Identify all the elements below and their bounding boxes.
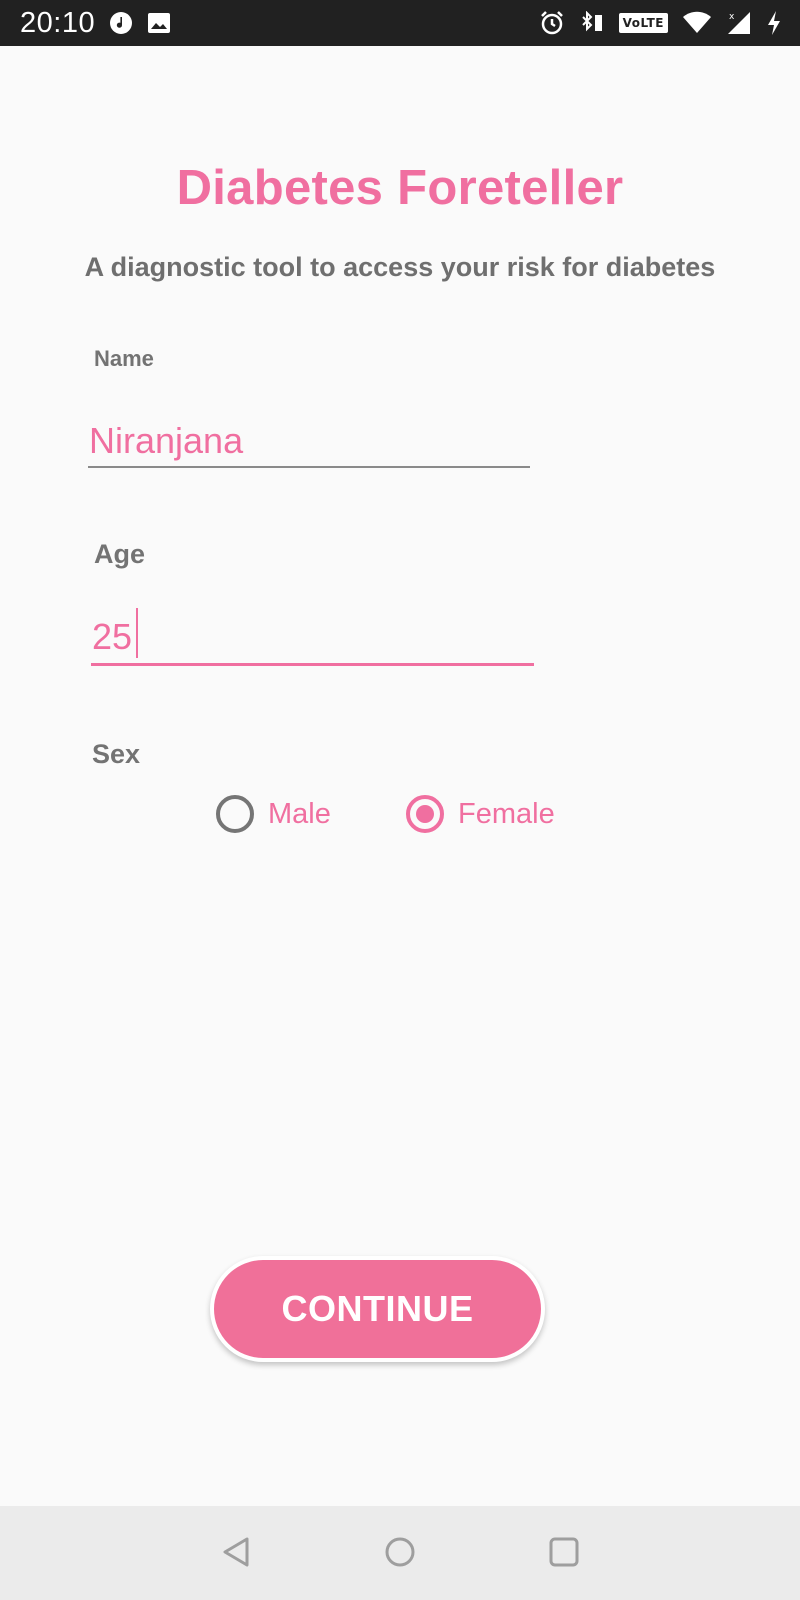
age-input[interactable] — [91, 610, 534, 666]
app-subtitle: A diagnostic tool to access your risk fo… — [84, 252, 716, 282]
music-icon — [109, 11, 133, 35]
radio-male[interactable]: Male — [216, 795, 331, 833]
app-title: Diabetes Foreteller — [176, 161, 624, 215]
radio-dot — [416, 805, 434, 823]
home-icon[interactable] — [380, 1532, 420, 1572]
continue-button[interactable]: CONTINUE — [210, 1256, 545, 1362]
radio-male-label[interactable]: Male — [268, 798, 331, 831]
recent-apps-icon[interactable] — [544, 1532, 584, 1572]
radio-female-label[interactable]: Female — [458, 798, 555, 831]
sex-label: Sex — [92, 739, 141, 769]
nav-bar — [0, 1506, 800, 1600]
image-icon — [147, 12, 171, 34]
wifi-icon — [682, 11, 712, 35]
status-left: 20:10 — [20, 7, 171, 40]
status-right: VoLTE x — [539, 10, 782, 36]
age-label: Age — [94, 539, 146, 569]
charging-icon — [766, 10, 782, 36]
volte-badge: VoLTE — [618, 13, 668, 33]
name-label: Name — [94, 346, 154, 371]
svg-text:x: x — [729, 12, 735, 22]
bluetooth-vibrate-icon — [579, 11, 605, 35]
radio-female[interactable]: Female — [406, 795, 555, 833]
radio-unchecked-icon[interactable] — [216, 795, 254, 833]
back-icon[interactable] — [216, 1532, 256, 1572]
status-bar: 20:10 VoLTE x — [0, 0, 800, 46]
text-cursor — [136, 608, 138, 658]
status-time: 20:10 — [20, 6, 96, 39]
alarm-icon — [539, 10, 565, 36]
cell-signal-icon: x — [726, 10, 752, 36]
radio-checked-icon[interactable] — [406, 795, 444, 833]
name-input[interactable] — [88, 416, 530, 468]
